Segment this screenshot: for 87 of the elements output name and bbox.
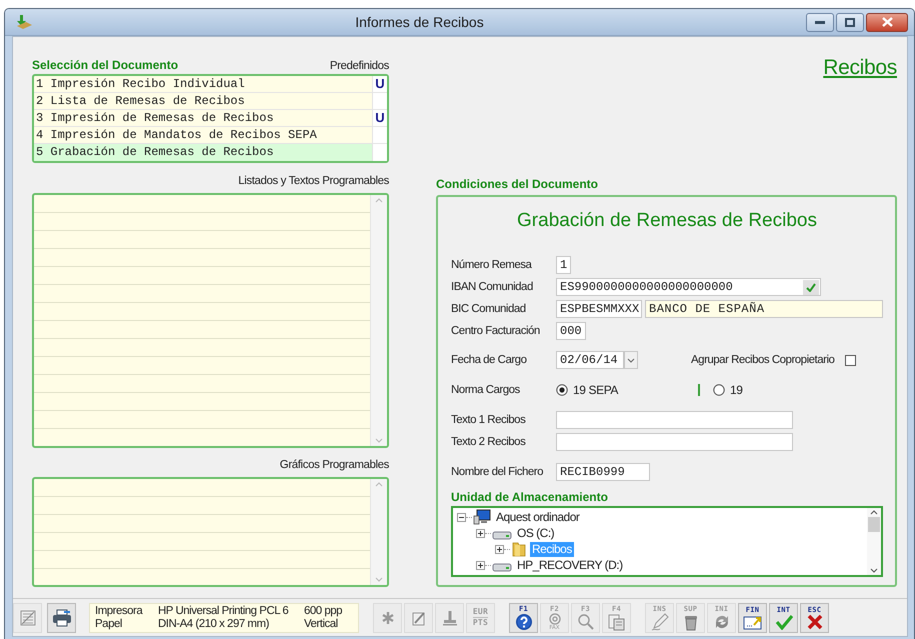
graphics-list[interactable] xyxy=(32,477,389,587)
radio-label: 19 SEPA xyxy=(573,383,618,397)
info-label: Impresora xyxy=(95,604,144,618)
collapse-icon[interactable] xyxy=(457,512,466,522)
radio-button[interactable] xyxy=(713,384,726,396)
info-value: HP Universal Printing PCL 6 xyxy=(158,604,290,618)
section-title: Gráficos Programables xyxy=(280,459,389,471)
column-label: Predefinidos xyxy=(330,60,389,72)
document-heading: Grabación de Remesas de Recibos xyxy=(516,210,818,232)
close-button[interactable] xyxy=(866,12,908,32)
window-title: Informes de Recibos xyxy=(354,14,485,30)
folder-icon xyxy=(511,541,527,557)
dropdown-button[interactable] xyxy=(624,351,638,369)
input-field[interactable]: ES9900000000000000000000 xyxy=(556,278,821,296)
checkmark-icon xyxy=(774,614,792,630)
list-item[interactable]: 5 Grabación de Remesas de Recibos xyxy=(34,144,387,161)
input-field[interactable]: 1 xyxy=(556,256,572,274)
checkbox-label: Agrupar Recibos Copropietario xyxy=(691,354,834,366)
minimize-button[interactable] xyxy=(806,12,834,32)
predefined-mark: U xyxy=(372,76,387,92)
input-field[interactable]: 000 xyxy=(556,322,586,340)
tree-item[interactable]: Aquest ordinador xyxy=(494,510,582,524)
checkbox[interactable] xyxy=(845,354,856,366)
info-value: 600 ppp xyxy=(304,604,344,618)
report-icon xyxy=(18,608,36,626)
folder-tree[interactable]: Aquest ordinador OS (C:) Recibos HP_RECOVERY (D:) xyxy=(451,506,883,577)
asterisk-icon xyxy=(380,610,396,626)
list-item[interactable]: 2 Lista de Remesas de Recibos xyxy=(34,93,387,110)
stamp-icon xyxy=(442,610,458,626)
report-list[interactable] xyxy=(32,193,389,448)
section-title: Selección del Documento xyxy=(32,58,178,72)
scrollbar[interactable] xyxy=(867,508,881,575)
page-heading: Recibos xyxy=(823,56,897,80)
exit-icon xyxy=(742,614,762,630)
caret-icon xyxy=(627,358,635,362)
field-label: Texto 1 Recibos xyxy=(451,414,526,426)
field-label: Nombre del Fichero xyxy=(451,466,544,478)
input-field[interactable]: ESPBESMMXXX xyxy=(556,300,642,318)
printer-icon xyxy=(52,608,72,626)
list-item[interactable]: 3 Impresión de Remesas de Recibos U xyxy=(34,110,387,127)
pen-icon xyxy=(650,612,668,630)
input-field[interactable]: RECIB0999 xyxy=(556,463,650,481)
at-sign-icon xyxy=(548,612,562,624)
expand-icon[interactable] xyxy=(495,544,504,554)
radio-button[interactable] xyxy=(556,384,568,396)
bank-name: BANCO DE ESPAÑA xyxy=(645,300,883,318)
tree-item[interactable]: OS (C:) xyxy=(515,526,556,540)
documents-icon xyxy=(608,612,626,630)
maximize-button[interactable] xyxy=(836,12,864,32)
radio-label: 19 xyxy=(730,383,743,397)
search-icon xyxy=(576,612,594,630)
app-icon xyxy=(15,14,33,30)
field-label: IBAN Comunidad xyxy=(451,281,534,293)
scroll-thumb[interactable] xyxy=(868,517,880,532)
close-icon xyxy=(806,614,822,630)
drive-icon xyxy=(492,563,512,572)
input-field[interactable] xyxy=(556,433,793,451)
info-label: Papel xyxy=(95,618,123,632)
field-label: Texto 2 Recibos xyxy=(451,436,526,448)
info-value: DIN-A4 (210 x 297 mm) xyxy=(158,618,270,632)
drive-icon xyxy=(492,531,512,540)
computer-icon xyxy=(473,509,491,525)
scroll-up-icon[interactable] xyxy=(870,510,878,515)
predefined-mark: U xyxy=(372,110,387,126)
field-label: BIC Comunidad xyxy=(451,303,527,315)
list-item[interactable]: 1 Impresión Recibo Individual U xyxy=(34,76,387,93)
info-value: Vertical xyxy=(304,618,339,632)
field-label: Número Remesa xyxy=(451,259,533,271)
field-label: Fecha de Cargo xyxy=(451,354,528,366)
date-field[interactable]: 02/06/14 xyxy=(556,351,624,369)
printer-button[interactable] xyxy=(47,602,76,632)
scroll-down-icon[interactable] xyxy=(870,568,878,573)
section-title: Condiciones del Documento xyxy=(436,177,600,193)
minimize-icon xyxy=(815,20,825,24)
input-field[interactable] xyxy=(556,411,793,429)
expand-icon[interactable] xyxy=(476,560,485,570)
section-title: Listados y Textos Programables xyxy=(238,175,389,187)
close-icon xyxy=(882,17,892,27)
tree-item[interactable]: HP_RECOVERY (D:) xyxy=(515,558,625,572)
field-label: Centro Facturación xyxy=(451,325,541,337)
edit-icon xyxy=(410,610,426,626)
expand-icon[interactable] xyxy=(476,528,485,538)
help-icon xyxy=(514,612,532,630)
field-value: ES9900000000000000000000 xyxy=(560,279,733,295)
section-title: Unidad de Almacenamiento xyxy=(451,490,609,505)
field-label: Norma Cargos xyxy=(451,384,521,396)
maximize-icon xyxy=(845,18,855,26)
